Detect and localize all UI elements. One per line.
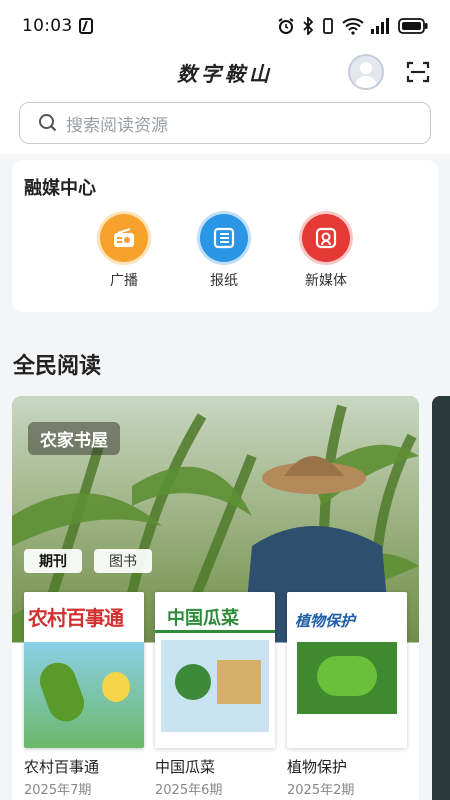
search-input[interactable]: 搜索阅读资源 (19, 102, 431, 144)
radio-icon (114, 228, 134, 247)
magazine-cover-title: 中国瓜菜 (167, 608, 239, 629)
nfc-icon (78, 18, 93, 34)
media-item-newspaper[interactable]: 报纸 (194, 214, 254, 290)
vibrate-icon (323, 18, 333, 34)
section-title-reading: 全民阅读 (13, 354, 102, 379)
magazine-name: 中国瓜菜 (155, 758, 216, 776)
magazine-item[interactable]: 中国瓜菜 中国瓜菜 2025年6期 (155, 592, 275, 798)
reading-tabs: 期刊 图书 (24, 549, 152, 573)
media-item-label: 广播 (110, 273, 138, 289)
magazine-item[interactable]: 农村百事通 农村百事通 2025年7期 (24, 592, 144, 798)
media-item-new-media[interactable]: 新媒体 (296, 214, 356, 290)
alarm-icon (278, 18, 294, 34)
wifi-icon (342, 18, 364, 35)
media-item-label: 新媒体 (305, 273, 347, 289)
magazine-list: 农村百事通 农村百事通 2025年7期 中国瓜菜 中国瓜菜 2025年6期 植物… (12, 592, 419, 800)
media-center-title: 融媒中心 (24, 178, 96, 199)
search-placeholder: 搜索阅读资源 (66, 115, 168, 136)
magazine-item[interactable]: 植物保护 植物保护 2025年2期 (287, 592, 407, 798)
media-item-label: 报纸 (210, 273, 238, 289)
banner-tag: 农家书屋 (28, 422, 120, 455)
magazine-cover: 中国瓜菜 (155, 592, 275, 748)
reading-banner[interactable]: 农家书屋 期刊 图书 农村百事通 农村百事通 2025年7期 中国瓜菜 中国瓜菜… (12, 396, 419, 800)
media-item-radio[interactable]: 广播 (94, 214, 154, 290)
magazine-name: 农村百事通 (24, 758, 100, 776)
magazine-issue: 2025年7期 (24, 783, 92, 798)
magazine-issue: 2025年2期 (287, 783, 355, 798)
tab-periodicals[interactable]: 期刊 (24, 549, 82, 573)
search-bar-container: 搜索阅读资源 (0, 96, 450, 154)
magazine-cover-title: 植物保护 (295, 612, 356, 630)
magazine-cover: 农村百事通 (24, 592, 144, 748)
bluetooth-icon (303, 17, 314, 35)
magazine-cover: 植物保护 (287, 592, 407, 748)
magazine-cover-title: 农村百事通 (28, 606, 124, 630)
media-center-card: 融媒中心 广播 报纸 新媒体 (12, 160, 438, 312)
newspaper-icon (213, 227, 235, 249)
signal-icon (371, 18, 389, 34)
user-avatar[interactable] (348, 54, 384, 90)
new-media-icon (315, 227, 337, 249)
scan-icon[interactable] (406, 60, 430, 84)
next-banner-peek[interactable] (432, 396, 450, 800)
search-icon (39, 114, 57, 132)
battery-icon (398, 18, 428, 34)
magazine-issue: 2025年6期 (155, 783, 223, 798)
status-time: 10:03 (22, 16, 73, 36)
magazine-name: 植物保护 (287, 758, 348, 776)
app-header: 数字鞍山 (0, 52, 450, 96)
status-bar: 10:03 (0, 0, 450, 52)
tab-books[interactable]: 图书 (94, 549, 152, 573)
